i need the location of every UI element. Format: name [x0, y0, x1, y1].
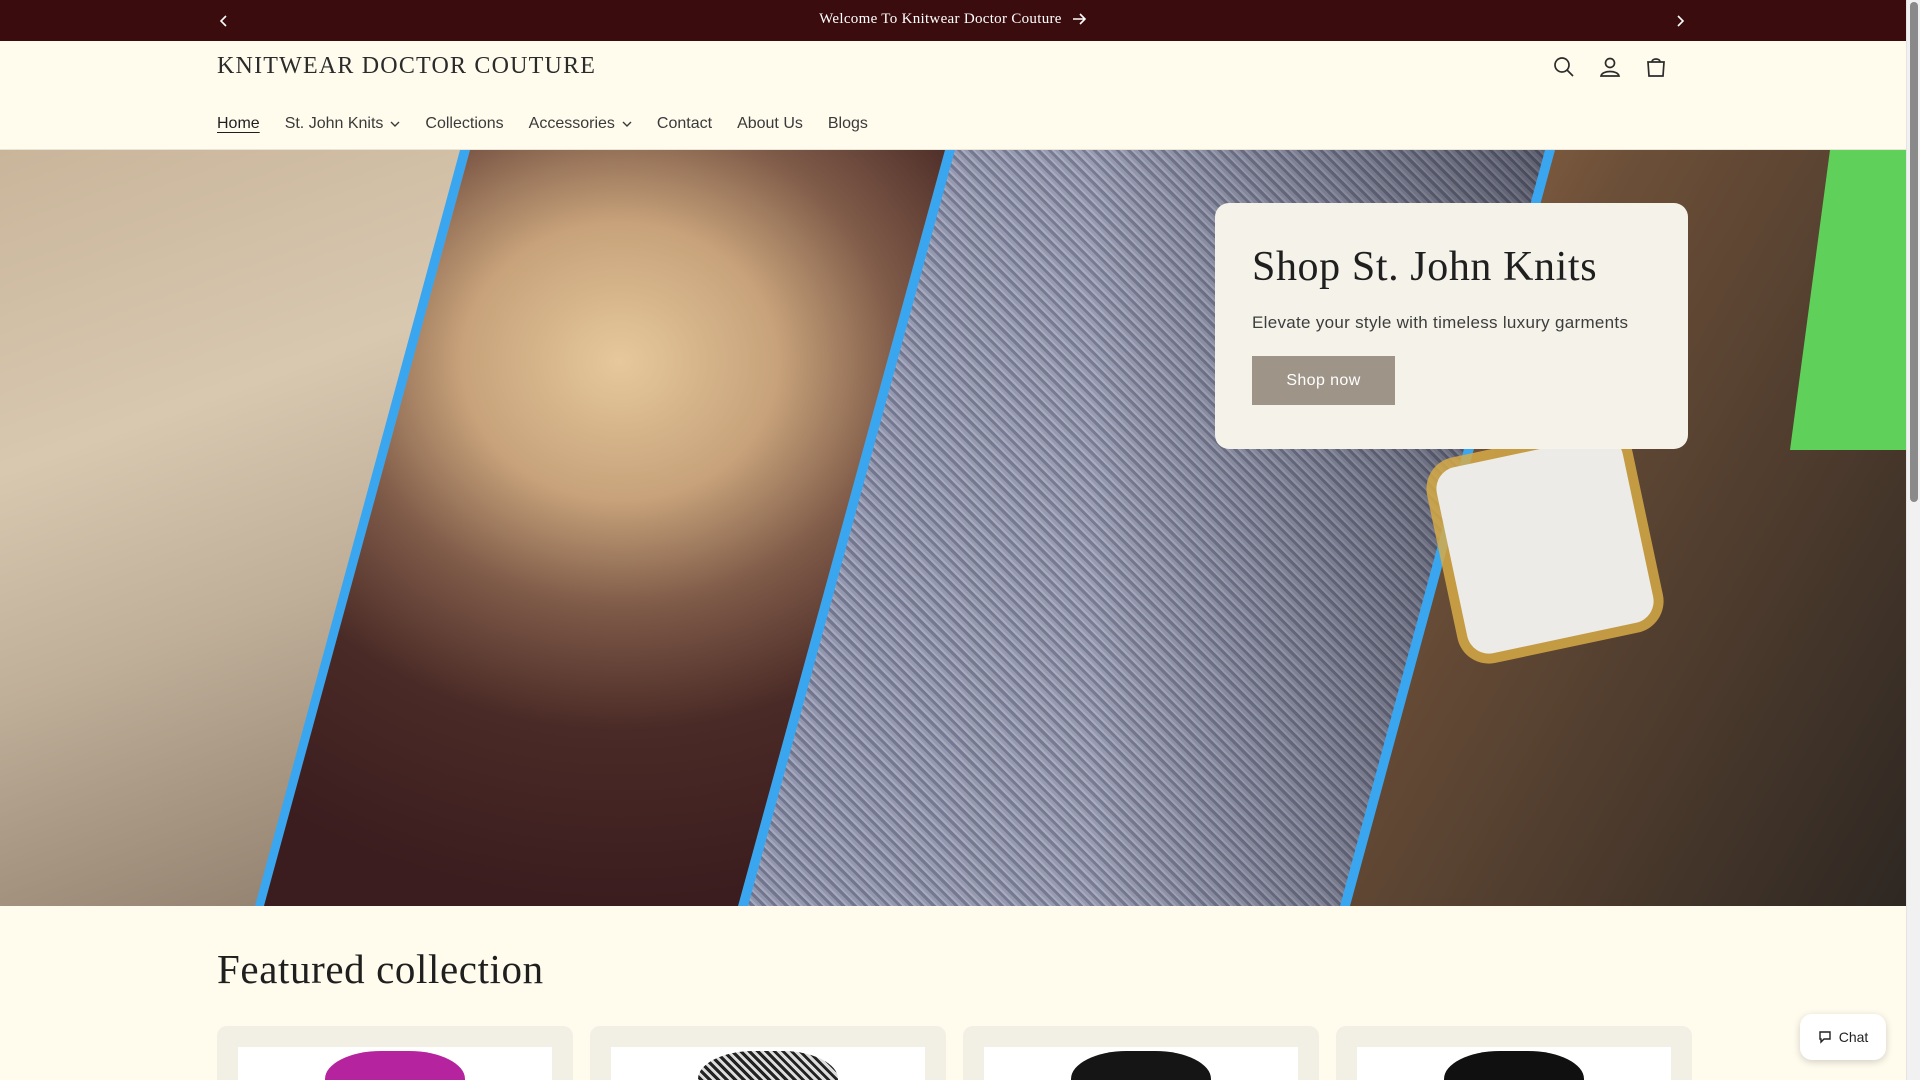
product-image [984, 1047, 1298, 1080]
cart-button[interactable] [1643, 54, 1669, 80]
announcement-bar: Welcome To Knitwear Doctor Couture [0, 0, 1906, 41]
featured-collection-title: Featured collection [217, 946, 544, 992]
site-logo[interactable]: KNITWEAR DOCTOR COUTURE [217, 53, 596, 80]
page-scrollbar[interactable] [1906, 0, 1920, 1080]
hero-banner: Shop St. John Knits Elevate your style w… [0, 150, 1906, 906]
account-icon [1599, 57, 1621, 77]
product-image [238, 1047, 552, 1080]
nav-item-st-john-knits[interactable]: St. John Knits [285, 115, 401, 133]
chevron-right-icon [1677, 15, 1685, 27]
announcement-text: Welcome To Knitwear Doctor Couture [819, 11, 1062, 27]
search-button[interactable] [1551, 54, 1577, 80]
account-button[interactable] [1597, 54, 1623, 80]
hero-content-card: Shop St. John Knits Elevate your style w… [1215, 203, 1688, 449]
hero-title: Shop St. John Knits [1252, 244, 1598, 290]
chat-button[interactable]: Chat [1800, 1014, 1886, 1060]
nav-item-label: Home [217, 115, 260, 132]
hero-subtitle: Elevate your style with timeless luxury … [1252, 313, 1629, 332]
site-header: KNITWEAR DOCTOR COUTURE Home St. John Kn… [0, 41, 1906, 150]
announcement-next-button[interactable] [1668, 9, 1692, 33]
chevron-down-icon [390, 121, 400, 127]
product-card[interactable] [217, 1026, 573, 1080]
product-card[interactable] [1336, 1026, 1692, 1080]
shop-now-button[interactable]: Shop now [1252, 356, 1395, 405]
product-image [1357, 1047, 1671, 1080]
product-garment [698, 1051, 838, 1080]
nav-item-label: Accessories [528, 115, 615, 132]
nav-item-blogs[interactable]: Blogs [828, 115, 868, 133]
hero-photo-handbag [1432, 432, 1658, 658]
nav-item-label: Blogs [827, 115, 868, 132]
product-image [611, 1047, 925, 1080]
product-card[interactable] [590, 1026, 946, 1080]
announcement-message[interactable]: Welcome To Knitwear Doctor Couture [0, 11, 1906, 28]
product-garment [325, 1051, 465, 1080]
product-grid [217, 1026, 1692, 1080]
chevron-down-icon [622, 121, 632, 127]
nav-item-collections[interactable]: Collections [425, 115, 503, 133]
arrow-right-icon [1072, 13, 1086, 25]
header-icons [1551, 54, 1669, 80]
scrollbar-thumb[interactable] [1910, 2, 1918, 502]
main-nav: Home St. John Knits Collections Accessor… [217, 115, 893, 133]
product-garment [1444, 1051, 1584, 1080]
nav-item-label: About Us [737, 115, 803, 132]
product-card[interactable] [963, 1026, 1319, 1080]
chat-bubble-icon [1819, 1031, 1831, 1044]
nav-item-accessories[interactable]: Accessories [529, 115, 632, 133]
search-icon [1554, 57, 1574, 77]
nav-item-label: Collections [425, 115, 504, 132]
nav-item-home[interactable]: Home [217, 115, 260, 133]
nav-item-about-us[interactable]: About Us [737, 115, 803, 133]
nav-item-label: St. John Knits [284, 115, 384, 132]
chat-label: Chat [1838, 1029, 1869, 1045]
nav-item-contact[interactable]: Contact [657, 115, 712, 133]
product-garment [1071, 1051, 1211, 1080]
cart-icon [1647, 58, 1665, 77]
nav-item-label: Contact [656, 115, 713, 132]
